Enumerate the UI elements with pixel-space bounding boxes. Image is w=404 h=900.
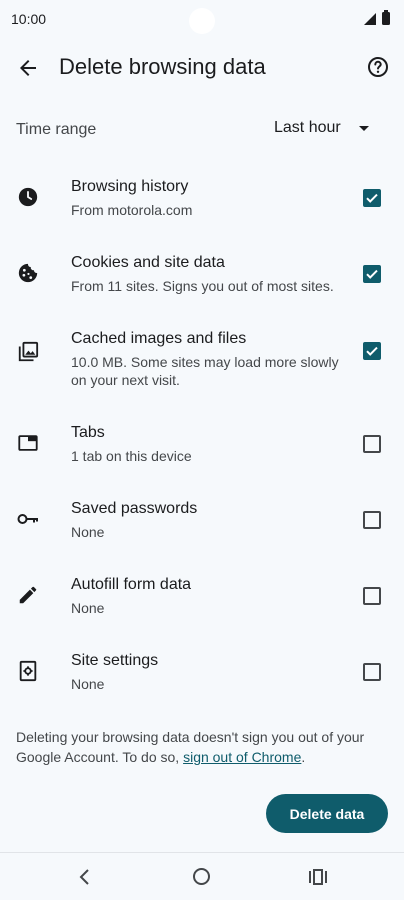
sign-out-link[interactable]: sign out of Chrome (183, 749, 301, 765)
autofill-checkbox[interactable] (363, 587, 381, 605)
option-title: Saved passwords (71, 500, 198, 517)
option-title: Autofill form data (71, 576, 192, 593)
option-subtitle: From 11 sites. Signs you out of most sit… (71, 278, 334, 294)
nav-recents-icon[interactable] (308, 867, 328, 887)
status-icons (364, 10, 390, 25)
settings-page-icon (16, 659, 40, 683)
page-title: Delete browsing data (59, 54, 266, 79)
help-button[interactable] (364, 53, 392, 81)
browsing-history-checkbox[interactable] (363, 189, 381, 207)
clock-icon (16, 185, 40, 209)
cookie-icon (16, 261, 40, 285)
option-cached-images[interactable]: Cached images and files 10.0 MB. Some si… (0, 312, 404, 406)
footer-text-end: . (301, 749, 306, 765)
arrow-left-icon (20, 60, 36, 76)
time-range-value: Last hour (274, 119, 341, 136)
back-button[interactable] (14, 54, 42, 82)
tabs-checkbox[interactable] (363, 435, 381, 453)
option-subtitle: None (71, 600, 105, 616)
time-range-dropdown[interactable]: Last hour (274, 119, 369, 137)
option-saved-passwords[interactable]: Saved passwords None (0, 482, 404, 558)
status-bar: 10:00 (0, 0, 404, 40)
key-icon (16, 507, 40, 531)
footer-note: Deleting your browsing data doesn't sign… (16, 727, 386, 767)
option-title: Cookies and site data (71, 254, 225, 271)
time-range-row: Time range Last hour (0, 110, 404, 150)
option-subtitle: None (71, 524, 105, 540)
option-site-settings[interactable]: Site settings None (0, 634, 404, 710)
pencil-icon (16, 583, 40, 607)
option-autofill[interactable]: Autofill form data None (0, 558, 404, 634)
option-subtitle: 10.0 MB. Some sites may load more slowly… (71, 354, 339, 388)
option-title: Browsing history (71, 178, 189, 195)
images-icon (16, 340, 40, 364)
data-type-list: Browsing history From motorola.com Cooki… (0, 160, 404, 710)
option-subtitle: 1 tab on this device (71, 448, 192, 464)
option-browsing-history[interactable]: Browsing history From motorola.com (0, 160, 404, 236)
camera-cutout (189, 8, 215, 34)
battery-icon (382, 10, 390, 25)
check-icon (366, 346, 378, 356)
option-title: Tabs (71, 424, 105, 441)
nav-back-icon[interactable] (75, 867, 95, 887)
option-title: Cached images and files (71, 330, 247, 347)
check-icon (366, 193, 378, 203)
system-nav-bar (0, 852, 404, 900)
site-settings-checkbox[interactable] (363, 663, 381, 681)
check-icon (366, 269, 378, 279)
cached-images-checkbox[interactable] (363, 342, 381, 360)
option-subtitle: From motorola.com (71, 202, 193, 218)
cookies-checkbox[interactable] (363, 265, 381, 283)
delete-data-button[interactable]: Delete data (266, 794, 388, 833)
option-title: Site settings (71, 652, 159, 669)
option-tabs[interactable]: Tabs 1 tab on this device (0, 406, 404, 482)
caret-down-icon (358, 125, 369, 131)
app-bar: Delete browsing data (0, 40, 404, 96)
option-subtitle: None (71, 676, 105, 692)
nav-home-icon[interactable] (193, 868, 210, 885)
time-range-label: Time range (16, 121, 97, 138)
saved-passwords-checkbox[interactable] (363, 511, 381, 529)
help-icon (368, 57, 388, 77)
status-time: 10:00 (11, 11, 47, 27)
option-cookies[interactable]: Cookies and site data From 11 sites. Sig… (0, 236, 404, 312)
tab-icon (16, 431, 40, 455)
signal-icon (364, 12, 376, 25)
